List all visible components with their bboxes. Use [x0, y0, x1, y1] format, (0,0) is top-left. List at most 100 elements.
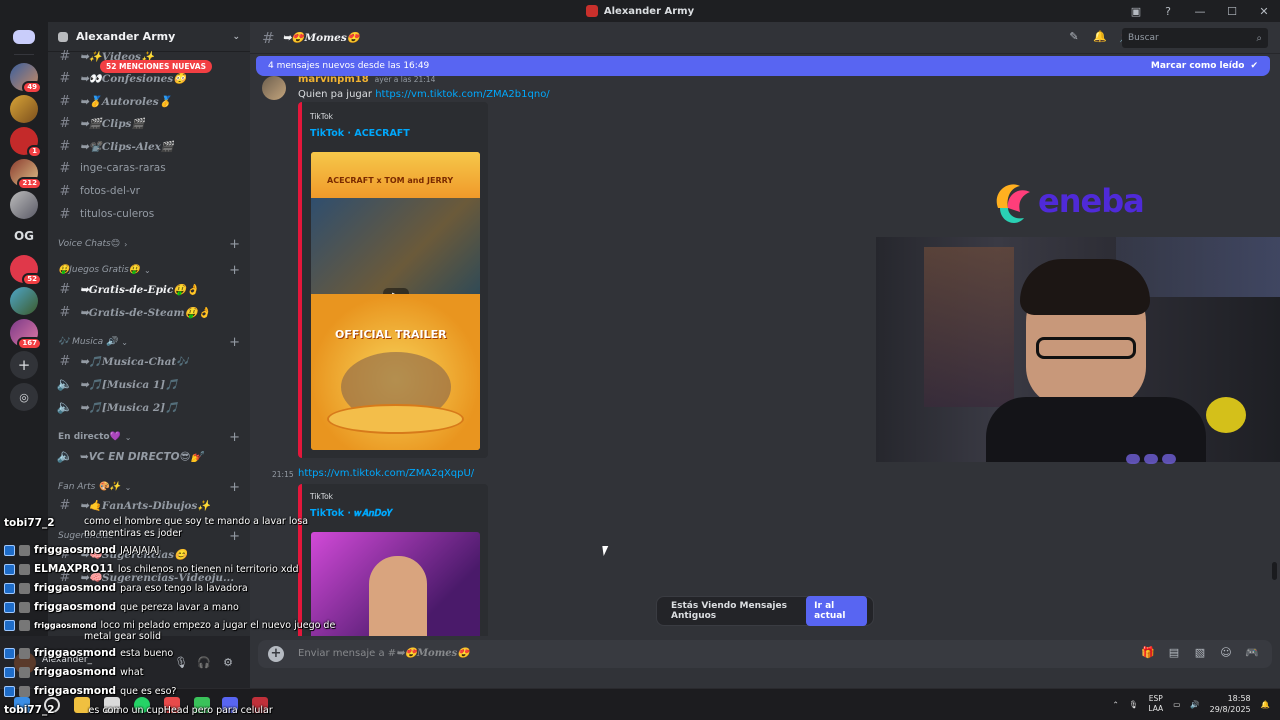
server-icon[interactable] [10, 95, 38, 123]
sponsor-logo-icon [996, 184, 1030, 223]
voice-channel-item[interactable]: 🔈 ➥VC EN DIRECTO😎💅 [56, 446, 242, 466]
close-button[interactable]: ✕ [1248, 0, 1280, 22]
chat-line: friggaosmond que es eso? [4, 685, 176, 697]
speaker-icon: 🔈 [56, 399, 74, 415]
thumb-scene [311, 198, 480, 294]
chevron-up-icon[interactable]: ⌃ [1113, 700, 1119, 709]
channel-item[interactable]: # ➥𝑮𝒓𝒂𝒕𝒊𝒔-𝒅𝒆-𝑬𝒑𝒊𝒄🤑👌 [56, 279, 242, 299]
thumb-banner [311, 152, 480, 198]
language-indicator[interactable]: ESP LAA [1148, 694, 1163, 714]
maximize-button[interactable]: ☐ [1216, 0, 1248, 22]
server-icon[interactable]: 167 [10, 319, 42, 350]
embed-thumbnail[interactable] [311, 532, 480, 636]
reaction-chip[interactable] [1126, 454, 1140, 464]
avatar[interactable] [262, 76, 286, 100]
voice-channel-item[interactable]: 🔈 ➥🎵[𝑴𝒖𝒔𝒊𝒄𝒂 2]🎵 [56, 397, 242, 417]
user-badge-icon [19, 647, 30, 659]
server-icon[interactable]: 1 [10, 127, 42, 158]
composer-box[interactable]: + Enviar mensaje a #➥😍𝑴𝒐𝒎𝒆𝒔😍 🎁 ▤ ▧ ☺ 🎮 [258, 640, 1272, 668]
mentions-badge[interactable]: 52 MENCIONES NUEVAS [100, 60, 212, 73]
chat-line: friggaosmond loco mi pelado empezo a juga… [4, 620, 335, 631]
speaker-icon: 🔈 [56, 376, 74, 392]
mark-read-button[interactable]: Marcar como leído [1151, 61, 1245, 71]
explore-icon[interactable]: ◎ [10, 383, 38, 411]
chat-line-text: metal gear solid [84, 631, 161, 642]
search-input[interactable]: Buscar ⌕ [1122, 28, 1268, 48]
network-icon[interactable]: ▭ [1173, 700, 1180, 709]
hash-icon: # [59, 48, 71, 64]
reaction-chip[interactable] [1144, 454, 1158, 464]
voice-channel-item[interactable]: 🔈 ➥🎵[𝑴𝒖𝒔𝒊𝒄𝒂 1]🎵 [56, 374, 242, 394]
new-messages-bar[interactable]: 4 mensajes nuevos desde las 16:49 Marcar… [256, 56, 1270, 76]
jump-to-present-button[interactable]: Ir al actual [806, 596, 867, 626]
hash-icon: # [59, 281, 71, 297]
category-juegos-gratis[interactable]: 🤑Juegos Gratis🤑 ⌄ + [58, 263, 240, 278]
reaction-chip[interactable] [1162, 454, 1176, 464]
message-link[interactable]: https://vm.tiktok.com/ZMA2qXqpU/ [298, 468, 474, 479]
search-placeholder: Buscar [1128, 33, 1159, 43]
help-icon[interactable]: ? [1152, 0, 1184, 22]
add-channel-icon[interactable]: + [229, 263, 240, 278]
inbox-icon[interactable]: ▣ [1120, 0, 1152, 22]
channel-item[interactable]: # titulos-culeros [56, 204, 242, 224]
threads-icon[interactable]: ✎ [1066, 30, 1082, 46]
category-en-directo[interactable]: En directo💜 ⌄ + [58, 430, 240, 445]
server-text-icon[interactable]: OG [0, 229, 48, 243]
server-icon[interactable] [10, 191, 38, 219]
minimize-button[interactable]: — [1184, 0, 1216, 22]
hash-icon: # [59, 115, 71, 131]
channel-item[interactable]: # fotos-del-vr [56, 181, 242, 201]
hash-icon: # [59, 160, 71, 176]
category-voice-chats[interactable]: Voice Chats😊 › + [58, 237, 240, 252]
server-icon[interactable]: 212 [10, 159, 42, 190]
sticker-icon[interactable]: ▧ [1192, 646, 1208, 662]
embed-provider: TikTok [310, 492, 334, 501]
chat-line-text: como el hombre que soy te mando a lavar … [84, 516, 309, 527]
message-reactions[interactable] [1126, 454, 1176, 464]
message-link[interactable]: https://vm.tiktok.com/ZMA2b1qno/ [375, 89, 549, 100]
discord-home-icon[interactable] [13, 30, 35, 44]
hash-icon: # [262, 28, 275, 47]
channel-item[interactable]: # ➥📽️𝑪𝒍𝒊𝒑𝒔-𝑨𝒍𝒆𝒙🎬 [56, 136, 242, 156]
add-channel-icon[interactable]: + [229, 480, 240, 495]
category-fan-arts[interactable]: Fan Arts 🎨✨ ⌄ + [58, 480, 240, 495]
channel-item[interactable]: # ➥𝑮𝒓𝒂𝒕𝒊𝒔-𝒅𝒆-𝑺𝒕𝒆𝒂𝒎🤑👌 [56, 302, 242, 322]
channel-title: ➥😍𝑴𝒐𝒎𝒆𝒔😍 [282, 32, 360, 44]
bell-icon[interactable]: 🔔 [1092, 30, 1108, 46]
platform-icon [4, 601, 15, 613]
volume-icon[interactable]: 🔊 [1190, 700, 1199, 709]
add-channel-icon[interactable]: + [229, 430, 240, 445]
gift-icon[interactable]: 🎁 [1140, 646, 1156, 662]
channel-item[interactable]: # ➥🤙𝑭𝒂𝒏𝑨𝒓𝒕𝒔-𝑫𝒊𝒃𝒖𝒋𝒐𝒔✨ [56, 495, 242, 515]
emoji-icon[interactable]: ☺ [1218, 646, 1234, 662]
embed-title[interactable]: TikTok · 𝒘𝑨𝒏𝑫𝒐𝒀 [310, 508, 393, 519]
category-musica[interactable]: 🎶 Musica 🔊 ⌄ + [58, 335, 240, 350]
add-channel-icon[interactable]: + [229, 237, 240, 252]
embed-thumbnail[interactable]: ACECRAFT x TOM and JERRY ▶ OFFICIAL TRAI… [311, 152, 480, 450]
embed-title[interactable]: TikTok · ACECRAFT [310, 128, 410, 139]
channel-item[interactable]: # ➥🥇𝑨𝒖𝒕𝒐𝒓𝒐𝒍𝒆𝒔🥇 [56, 91, 242, 111]
message-text: Quien pa jugar https://vm.tiktok.com/ZMA… [298, 89, 550, 100]
message-input[interactable]: Enviar mensaje a #➥😍𝑴𝒐𝒎𝒆𝒔😍 [298, 648, 470, 659]
channel-item[interactable]: # inge-caras-raras [56, 158, 242, 178]
server-icon[interactable]: 49 [10, 63, 42, 94]
notifications-icon[interactable]: 🔔 [1261, 700, 1270, 709]
message-composer: + Enviar mensaje a #➥😍𝑴𝒐𝒎𝒆𝒔😍 🎁 ▤ ▧ ☺ 🎮 [250, 636, 1280, 688]
add-server-icon[interactable]: + [10, 351, 38, 379]
gif-icon[interactable]: ▤ [1166, 646, 1182, 662]
thumb-game-title: ACECRAFT x TOM and JERRY [327, 176, 454, 185]
server-badge: 1 [27, 145, 42, 158]
speaker-icon: 🔈 [56, 448, 74, 464]
channel-item[interactable]: # ➥🎵𝑴𝒖𝒔𝒊𝒄𝒂-𝑪𝒉𝒂𝒕🎶 [56, 351, 242, 371]
microphone-icon[interactable]: 🎙 [1129, 700, 1139, 709]
message-text: https://vm.tiktok.com/ZMA2qXqpU/ [298, 468, 474, 479]
user-badge-icon [19, 544, 30, 556]
clock[interactable]: 18:58 29/8/2025 [1210, 693, 1251, 715]
server-icon[interactable]: 52 [10, 255, 42, 286]
server-icon[interactable] [10, 287, 38, 315]
new-messages-text: 4 mensajes nuevos desde las 16:49 [268, 61, 430, 71]
apps-icon[interactable]: 🎮 [1244, 646, 1260, 662]
channel-item[interactable]: # ➥🎬𝑪𝒍𝒊𝒑𝒔🎬 [56, 113, 242, 133]
add-channel-icon[interactable]: + [229, 335, 240, 350]
scrollbar[interactable] [1272, 562, 1277, 580]
